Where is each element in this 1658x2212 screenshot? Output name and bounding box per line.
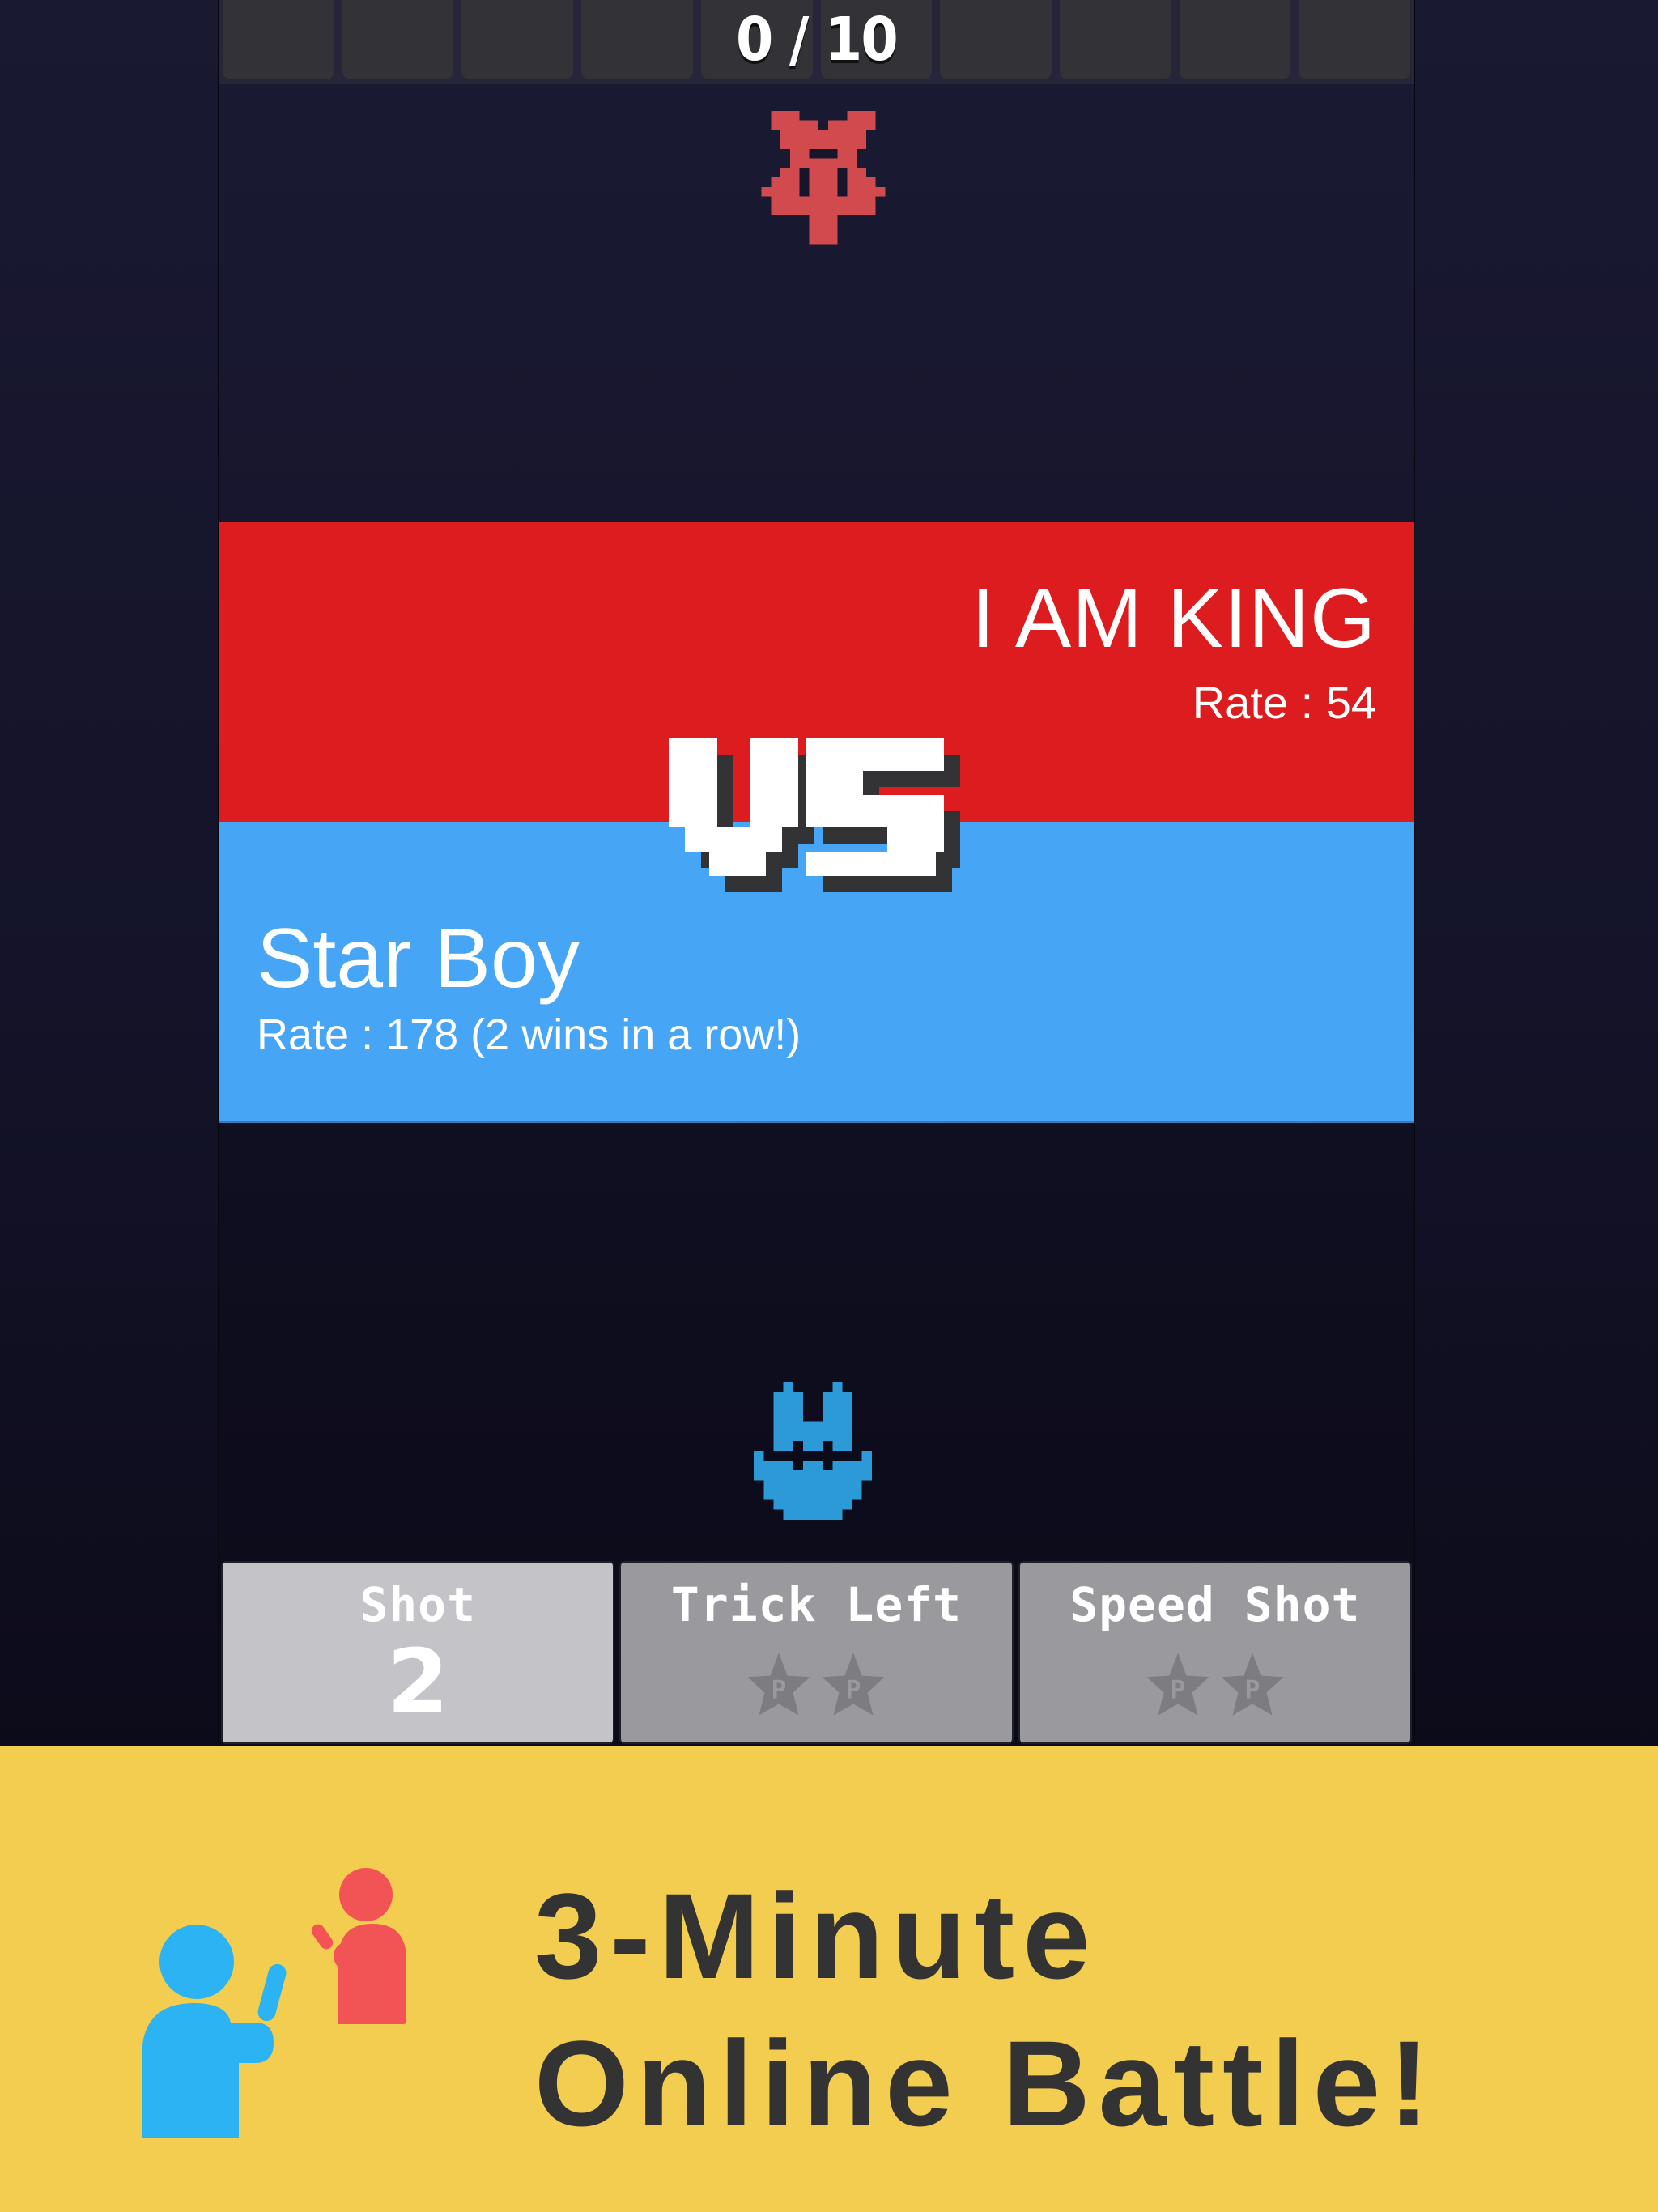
svg-text:P: P — [1244, 1676, 1260, 1705]
shot-button[interactable]: Shot 2 — [221, 1561, 615, 1744]
svg-text:P: P — [1170, 1676, 1185, 1705]
trick-left-label: Trick Left — [670, 1577, 963, 1632]
power-star-icon: P — [1221, 1653, 1284, 1716]
player-ship-sprite-icon — [754, 1382, 872, 1520]
power-star-icon: P — [822, 1653, 885, 1716]
promo-line-2: Online Battle! — [534, 2015, 1438, 2151]
promo-line-1: 3-Minute — [534, 1868, 1099, 2004]
svg-text:P: P — [772, 1676, 787, 1705]
promo-headline: 3-Minute Online Battle! — [534, 1862, 1437, 2157]
svg-text:P: P — [846, 1676, 861, 1705]
speed-shot-label: Speed Shot — [1069, 1577, 1361, 1632]
opponent-rate: Rate : 54 — [1192, 677, 1376, 728]
player-rate: Rate : 178 (2 wins in a row!) — [257, 1010, 801, 1059]
round-progress-bar: 0 / 10 — [219, 0, 1414, 84]
enemy-star-sprite-icon — [761, 110, 886, 245]
player-name: Star Boy — [257, 912, 580, 1006]
trick-left-button[interactable]: Trick Left P P — [619, 1561, 1014, 1744]
opponent-name: I AM KING — [971, 572, 1376, 666]
progress-label: 0 / 10 — [736, 5, 899, 74]
shot-count: 2 — [386, 1630, 449, 1733]
power-star-icon: P — [747, 1653, 810, 1716]
power-star-icon: P — [1146, 1653, 1209, 1716]
shot-label: Shot — [359, 1577, 476, 1632]
game-frame: 0 / 10 I AM KING Rate : 54 Star Boy Rate… — [218, 0, 1415, 1746]
speed-shot-button[interactable]: Speed Shot P P — [1018, 1561, 1412, 1744]
versus-logo-icon: VS — [669, 738, 960, 892]
ability-panel: Shot 2 Trick Left P P Speed Shot P P — [219, 1561, 1414, 1744]
two-players-icon — [142, 1868, 406, 2138]
